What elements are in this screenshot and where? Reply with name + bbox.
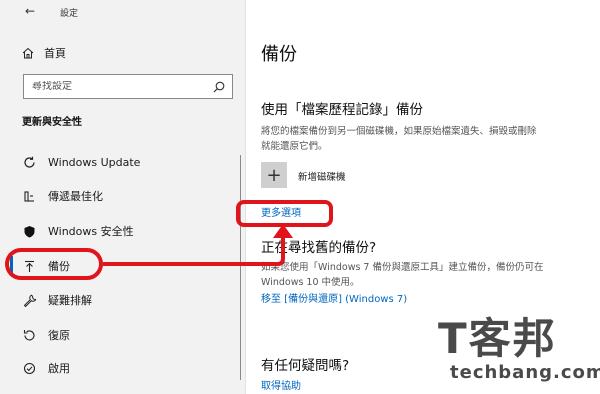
plus-icon: + <box>266 164 282 186</box>
older-backup-heading: 正在尋找舊的備份? <box>261 240 377 256</box>
search-box[interactable] <box>23 74 233 99</box>
delivery-optimization-icon <box>22 189 36 203</box>
techbang-watermark: T客邦 techbang.com <box>438 314 600 392</box>
description-line: Windows 10 中使用。 <box>261 277 360 288</box>
description-line: 將您的檔案備份到另一個磁碟機，如果原始檔案遺失、損毀或刪除 <box>261 126 537 137</box>
sidebar-item-windows-update[interactable]: Windows Update <box>22 153 140 171</box>
highlight-oval <box>5 248 103 280</box>
description-line: 就能還原它們。 <box>261 141 328 152</box>
older-backup-description: 如果您使用「Windows 7 備份與還原工具」建立備份，備份仍可在 Windo… <box>261 260 591 290</box>
scroll-guide-line <box>240 155 241 380</box>
wrench-icon <box>22 293 36 307</box>
app-title: 設定 <box>60 9 79 19</box>
search-input[interactable] <box>32 81 202 92</box>
sidebar-item-windows-security[interactable]: Windows 安全性 <box>22 222 134 240</box>
home-label: 首頁 <box>44 47 66 60</box>
section-title: 更新與安全性 <box>22 117 82 128</box>
description-line: 如果您使用「Windows 7 備份與還原工具」建立備份，備份仍可在 <box>261 262 544 273</box>
backup-restore-link[interactable]: 移至 [備份與還原] (Windows 7) <box>261 290 407 305</box>
sidebar-item-label: 傳遞最佳化 <box>48 190 103 203</box>
search-icon[interactable] <box>213 81 225 93</box>
sidebar-item-label: Windows 安全性 <box>48 225 134 238</box>
sidebar-item-recovery[interactable]: 復原 <box>22 326 70 344</box>
refresh-icon <box>22 155 36 169</box>
add-drive-button[interactable]: + <box>261 162 287 188</box>
sidebar-item-troubleshoot[interactable]: 疑難排解 <box>22 291 92 309</box>
sidebar-item-label: 復原 <box>48 329 70 342</box>
help-heading: 有任何疑問嗎? <box>261 358 350 374</box>
activation-icon <box>22 361 36 375</box>
highlight-rect <box>236 200 333 227</box>
back-arrow-icon[interactable]: ← <box>25 4 35 18</box>
get-help-link[interactable]: 取得協助 <box>261 377 301 392</box>
pane-divider <box>245 0 246 394</box>
watermark-text: techbang.com <box>450 362 600 383</box>
file-history-description: 將您的檔案備份到另一個磁碟機，如果原始檔案遺失、損毀或刪除 就能還原它們。 <box>261 124 591 154</box>
title-bar: ← 設定 <box>0 0 245 26</box>
home-icon <box>22 47 34 59</box>
sidebar-item-activation[interactable]: 啟用 <box>22 359 70 377</box>
add-drive-label[interactable]: 新增磁碟機 <box>298 169 346 183</box>
sidebar-item-label: 啟用 <box>48 362 70 375</box>
sidebar-item-label: 疑難排解 <box>48 294 92 307</box>
home-nav-item[interactable]: 首頁 <box>22 44 66 62</box>
sidebar-item-label: Windows Update <box>48 155 141 169</box>
file-history-heading: 使用「檔案歷程記錄」備份 <box>261 102 423 118</box>
watermark-logo: T客邦 <box>438 314 557 363</box>
sidebar-item-delivery-optimization[interactable]: 傳遞最佳化 <box>22 187 103 205</box>
page-title: 備份 <box>261 44 297 65</box>
shield-icon <box>22 224 36 238</box>
recovery-icon <box>22 328 36 342</box>
